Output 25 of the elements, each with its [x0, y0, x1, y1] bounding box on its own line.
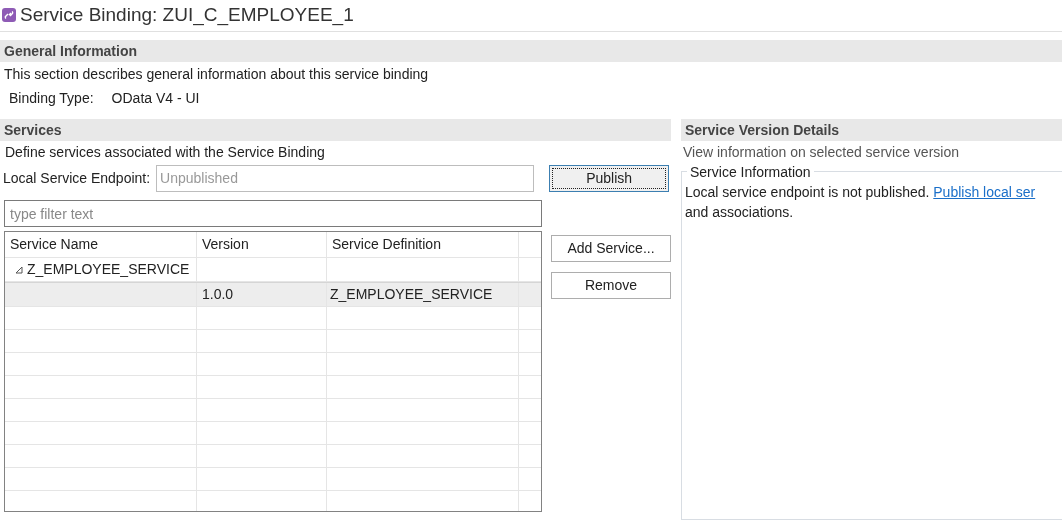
publish-button[interactable]: Publish — [549, 164, 670, 192]
column-header[interactable]: Service Definition — [332, 234, 441, 255]
field-value: OData V4 - UI — [111, 88, 200, 108]
table-row[interactable]: 1.0.0 Z_EMPLOYEE_SERVICE — [5, 282, 541, 307]
page-title: Service Binding: ZUI_C_EMPLOYEE_1 — [20, 2, 354, 28]
section-heading: General Information — [4, 41, 138, 61]
field-label: Binding Type: — [9, 88, 94, 108]
section-heading: Service Version Details — [685, 120, 840, 140]
column-header[interactable]: Service Name — [10, 234, 98, 255]
endpoint-field[interactable]: Unpublished — [156, 164, 535, 192]
table-cell-text: Z_EMPLOYEE_SERVICE — [27, 260, 190, 279]
tree-toggle-icon[interactable] — [15, 265, 23, 274]
info-message: Local service endpoint is not published. Publish local ser and associations. — [685, 183, 1037, 222]
section-heading: Services — [4, 120, 62, 140]
action-button[interactable]: Remove — [551, 272, 671, 299]
table-cell-text: 1.0.0 — [202, 285, 234, 304]
section-description: View information on selected service version — [683, 142, 959, 162]
table-cell-text: Z_EMPLOYEE_SERVICE — [330, 285, 493, 304]
field-label: Local Service Endpoint: — [3, 168, 151, 188]
section-description: This section describes general information about this service binding — [4, 64, 429, 84]
publish-link[interactable]: Publish local ser — [933, 184, 1036, 200]
column-header[interactable]: Version — [202, 234, 249, 255]
filter-field[interactable]: type filter text — [4, 200, 542, 227]
section-description: Define services associated with the Service Binding — [5, 142, 325, 162]
action-button[interactable]: Add Service... — [551, 235, 671, 262]
